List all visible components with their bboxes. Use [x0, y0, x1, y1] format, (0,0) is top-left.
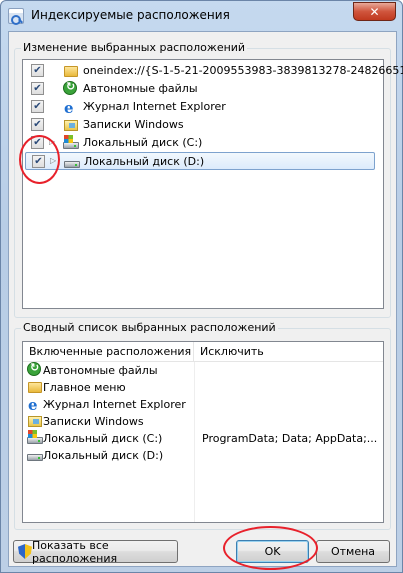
internet-explorer-icon: e — [64, 99, 74, 117]
window-title: Индексируемые расположения — [31, 8, 230, 22]
tree-item-label: Записки Windows — [83, 118, 184, 131]
tree-item-sticky-notes[interactable]: ✔ Записки Windows — [25, 116, 375, 134]
folder-icon — [27, 379, 43, 395]
drive-icon — [64, 154, 80, 170]
sticky-notes-icon — [63, 117, 79, 133]
column-header-included[interactable]: Включенные расположения — [23, 342, 194, 362]
annotation-ring-checkboxes — [19, 135, 60, 184]
change-locations-group-label: Изменение выбранных расположений — [21, 41, 248, 54]
sync-center-icon — [63, 80, 79, 97]
checkbox-checked-icon[interactable]: ✔ — [31, 118, 44, 131]
sticky-notes-icon — [27, 413, 43, 429]
drive-icon — [27, 447, 43, 463]
checkbox-checked-icon[interactable]: ✔ — [31, 100, 44, 113]
close-button[interactable]: ✕ — [353, 2, 396, 21]
locations-tree[interactable]: ✔ oneindex://{S-1-5-21-2009553983-383981… — [22, 59, 403, 309]
summary-row-label: Локальный диск (C:) — [43, 432, 163, 445]
tree-item-offline-files[interactable]: ✔ Автономные файлы — [25, 80, 375, 98]
internet-explorer-icon: e — [28, 396, 38, 414]
system-drive-icon — [27, 430, 43, 446]
sync-center-icon — [27, 361, 43, 378]
title-bar[interactable]: Индексируемые расположения ✕ — [1, 1, 402, 31]
summary-list[interactable]: Включенные расположения Исключить Автоно… — [22, 341, 384, 523]
summary-row-drive-c: Локальный диск (C:) ProgramData; Data; A… — [26, 430, 377, 447]
tree-item-ie-history[interactable]: ✔ e Журнал Internet Explorer — [25, 98, 375, 117]
annotation-ring-ok — [223, 526, 318, 570]
dialog-client-area: Изменение выбранных расположений ✔ onein… — [8, 31, 403, 567]
indexed-locations-window: Индексируемые расположения ✕ Изменение в… — [0, 0, 403, 573]
summary-group-label: Сводный список выбранных расположений — [21, 321, 278, 334]
summary-row-ie-history: e Журнал Internet Explorer — [26, 396, 366, 414]
summary-row-label: Журнал Internet Explorer — [43, 398, 186, 411]
tree-item-label: Журнал Internet Explorer — [83, 100, 226, 113]
cancel-label: Отмена — [330, 545, 376, 558]
tree-item-drive-c[interactable]: ✔ ▷ Локальный диск (C:) — [25, 134, 375, 152]
change-locations-group: Изменение выбранных расположений ✔ onein… — [14, 41, 403, 318]
summary-row-label: Главное меню — [43, 381, 126, 394]
checkbox-checked-icon[interactable]: ✔ — [31, 64, 44, 77]
system-drive-icon — [63, 135, 79, 151]
show-all-locations-button[interactable]: Показать все расположения — [13, 538, 178, 565]
checkbox-checked-icon[interactable]: ✔ — [31, 82, 44, 95]
tree-item-label: Локальный диск (D:) — [84, 155, 205, 168]
show-all-locations-label: Показать все расположения — [32, 538, 118, 565]
summary-row-label: Локальный диск (D:) — [43, 449, 164, 462]
summary-row-exclude: ProgramData; Data; AppData;... — [202, 432, 378, 445]
column-header-exclude[interactable]: Исключить — [194, 342, 383, 362]
indexing-options-icon — [8, 8, 24, 25]
uac-shield-icon — [18, 544, 32, 559]
summary-row-sticky-notes: Записки Windows — [26, 413, 366, 430]
cancel-button[interactable]: Отмена — [316, 540, 390, 563]
summary-row-start-menu: Главное меню — [26, 379, 366, 396]
tree-item-label: oneindex://{S-1-5-21-2009553983-38398132… — [83, 64, 403, 77]
summary-row-label: Автономные файлы — [43, 364, 158, 377]
tree-item-label: Локальный диск (C:) — [83, 136, 203, 149]
summary-group: Сводный список выбранных расположений Вк… — [14, 321, 391, 530]
folder-icon — [63, 63, 79, 79]
tree-item-label: Автономные файлы — [83, 82, 198, 95]
summary-row-label: Записки Windows — [43, 415, 144, 428]
summary-row-offline-files: Автономные файлы — [26, 361, 366, 379]
tree-item-oneindex[interactable]: ✔ oneindex://{S-1-5-21-2009553983-383981… — [25, 62, 403, 80]
summary-row-drive-d: Локальный диск (D:) — [26, 447, 366, 464]
tree-item-drive-d[interactable]: ✔ ▷ Локальный диск (D:) — [25, 152, 375, 170]
